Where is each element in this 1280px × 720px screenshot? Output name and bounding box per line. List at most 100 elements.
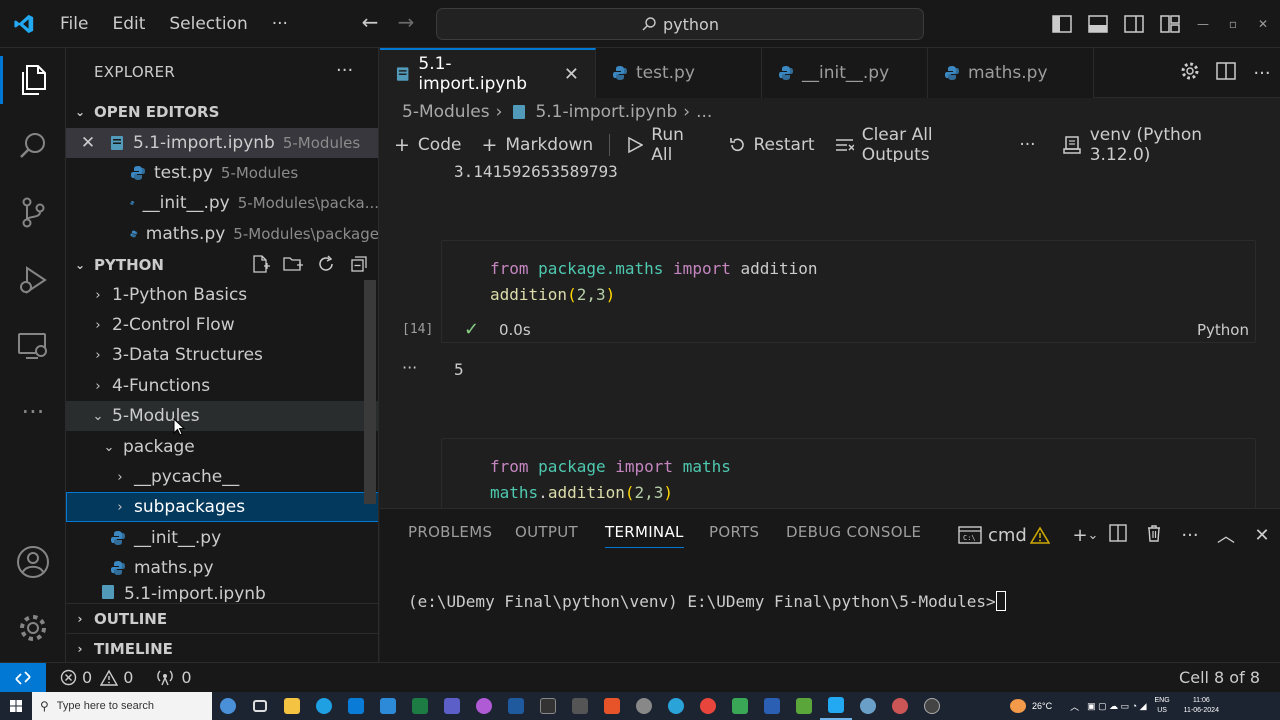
close-tab-icon[interactable]: ✕ (564, 64, 579, 85)
obs-icon[interactable] (916, 692, 948, 720)
tree-folder-data-structures[interactable]: › 3-Data Structures (66, 340, 378, 370)
word-icon[interactable] (756, 692, 788, 720)
outline-header[interactable]: › OUTLINE (66, 603, 378, 633)
code-line[interactable]: from package import maths (490, 457, 731, 476)
output-more-icon[interactable]: ··· (402, 358, 417, 377)
problems-status[interactable]: 0 0 (60, 668, 133, 687)
split-editor-icon[interactable] (1208, 62, 1244, 84)
notepad-icon[interactable] (788, 692, 820, 720)
file-explorer-icon[interactable] (276, 692, 308, 720)
new-folder-icon[interactable] (282, 254, 304, 278)
tree-folder-modules[interactable]: ⌄ 5-Modules (66, 401, 378, 431)
chat-app-icon[interactable] (468, 692, 500, 720)
breadcrumb-file[interactable]: 5.1-import.ipynb (535, 102, 677, 122)
add-markdown-cell-button[interactable]: + Markdown (481, 134, 593, 156)
git-icon[interactable] (724, 692, 756, 720)
open-editor-item[interactable]: test.py 5-Modules (66, 158, 378, 188)
tab-test-py[interactable]: test.py (596, 48, 762, 98)
cell-language[interactable]: Python (1197, 321, 1249, 339)
tray-chevron-up-icon[interactable]: ︿ (1070, 700, 1079, 713)
settings-app-icon[interactable] (628, 692, 660, 720)
chrome-icon[interactable] (692, 692, 724, 720)
tree-folder-control-flow[interactable]: › 2-Control Flow (66, 310, 378, 340)
maximize-panel-icon[interactable]: ︿ (1208, 522, 1244, 548)
taskbar-search[interactable]: ⚲ Type here to search (32, 692, 212, 720)
code-cell-2[interactable]: from package import maths maths.addition… (441, 438, 1256, 508)
edge-dev-icon[interactable] (660, 692, 692, 720)
trash-icon[interactable] (1136, 524, 1172, 547)
toolbar-more-button[interactable]: ··· (1019, 135, 1035, 155)
tree-file-init[interactable]: __init__.py (66, 523, 378, 553)
toggle-secondary-sidebar-icon[interactable] (1116, 0, 1152, 48)
mail-icon[interactable] (372, 692, 404, 720)
paint-icon[interactable] (884, 692, 916, 720)
menu-more[interactable]: ··· (260, 0, 300, 48)
run-and-debug-icon[interactable] (0, 250, 66, 310)
vscode-taskbar-icon[interactable] (820, 692, 852, 720)
run-all-button[interactable]: Run All (626, 125, 707, 165)
panel-tab-debug-console[interactable]: DEBUG CONSOLE (786, 523, 921, 541)
tab-init-py[interactable]: __init__.py (762, 48, 928, 98)
brave-icon[interactable] (596, 692, 628, 720)
open-editor-item[interactable]: ✕ 5.1-import.ipynb 5-Modules (66, 128, 378, 158)
tree-file-maths[interactable]: maths.py (66, 553, 378, 583)
toggle-panel-icon[interactable] (1080, 0, 1116, 48)
restore-icon[interactable]: ▫ (1218, 17, 1248, 31)
open-editors-header[interactable]: ⌄ OPEN EDITORS (66, 97, 378, 127)
open-editor-item[interactable]: maths.py 5-Modules\package (66, 219, 378, 249)
close-panel-icon[interactable]: ✕ (1244, 525, 1280, 546)
weather-temp[interactable]: 26°C (1032, 701, 1052, 711)
restart-button[interactable]: Restart (728, 135, 815, 155)
split-terminal-icon[interactable] (1100, 523, 1136, 547)
panel-tab-terminal[interactable]: TERMINAL (605, 523, 684, 548)
refresh-icon[interactable] (316, 254, 336, 278)
tab-maths-py[interactable]: maths.py (928, 48, 1094, 98)
powershell-icon[interactable] (500, 692, 532, 720)
weather-icon[interactable] (1010, 699, 1026, 713)
code-line[interactable]: addition(2,3) (490, 285, 615, 304)
calculator-icon[interactable] (564, 692, 596, 720)
open-editor-item[interactable]: __init__.py 5-Modules\packa... (66, 188, 378, 218)
remote-indicator-icon[interactable] (0, 662, 46, 693)
menu-edit[interactable]: Edit (100, 0, 157, 48)
tab-import-notebook[interactable]: 5.1-import.ipynb ✕ (380, 48, 596, 98)
breadcrumb-more[interactable]: ... (696, 102, 712, 122)
tree-file-notebook[interactable]: 5.1-import.ipynb (66, 584, 378, 602)
menu-file[interactable]: File (48, 0, 100, 48)
clock[interactable]: 11:06 11-06-2024 (1184, 696, 1219, 716)
menu-selection[interactable]: Selection (157, 0, 259, 48)
search-view-icon[interactable] (0, 116, 66, 176)
new-file-icon[interactable] (250, 254, 270, 278)
sidebar-scrollbar[interactable] (364, 280, 376, 504)
explorer-more-icon[interactable]: ··· (336, 60, 353, 81)
panel-tab-problems[interactable]: PROBLEMS (408, 523, 492, 541)
panel-more-icon[interactable]: ··· (1172, 525, 1208, 546)
store-icon[interactable] (340, 692, 372, 720)
explorer-icon[interactable] (0, 50, 66, 110)
customize-layout-icon[interactable] (1152, 0, 1188, 48)
command-center-search[interactable]: python (436, 8, 924, 40)
cortana-icon[interactable] (212, 692, 244, 720)
settings-gear-icon[interactable] (1172, 61, 1208, 85)
excel-icon[interactable] (404, 692, 436, 720)
misc-app-icon[interactable] (852, 692, 884, 720)
tree-folder-pycache[interactable]: › __pycache__ (66, 462, 378, 492)
task-view-icon[interactable] (244, 692, 276, 720)
tray-icons[interactable]: ▣ ▢ ☁ ▭ ◔ ◢ (1087, 701, 1146, 712)
terminal-app-icon[interactable] (532, 692, 564, 720)
toggle-primary-sidebar-icon[interactable] (1044, 0, 1080, 48)
edge-icon[interactable] (308, 692, 340, 720)
minimize-icon[interactable]: — (1188, 17, 1218, 31)
language-indicator[interactable]: ENG US (1155, 696, 1170, 716)
forward-arrow-icon[interactable]: → (388, 10, 424, 34)
accounts-icon[interactable] (0, 532, 66, 592)
cell-position[interactable]: Cell 8 of 8 (1179, 668, 1260, 687)
ports-status[interactable]: 0 (155, 668, 192, 687)
more-views-icon[interactable]: ··· (0, 382, 66, 442)
panel-tab-output[interactable]: OUTPUT (515, 523, 578, 541)
add-code-cell-button[interactable]: + Code (394, 134, 461, 156)
terminal-shell-picker[interactable]: C:\ cmd (958, 525, 1050, 546)
clear-all-outputs-button[interactable]: Clear All Outputs (835, 125, 1000, 165)
terminal-output[interactable]: (e:\UDemy Final\python\venv) E:\UDemy Fi… (408, 591, 1006, 611)
tree-folder-package[interactable]: ⌄ package (66, 432, 378, 462)
